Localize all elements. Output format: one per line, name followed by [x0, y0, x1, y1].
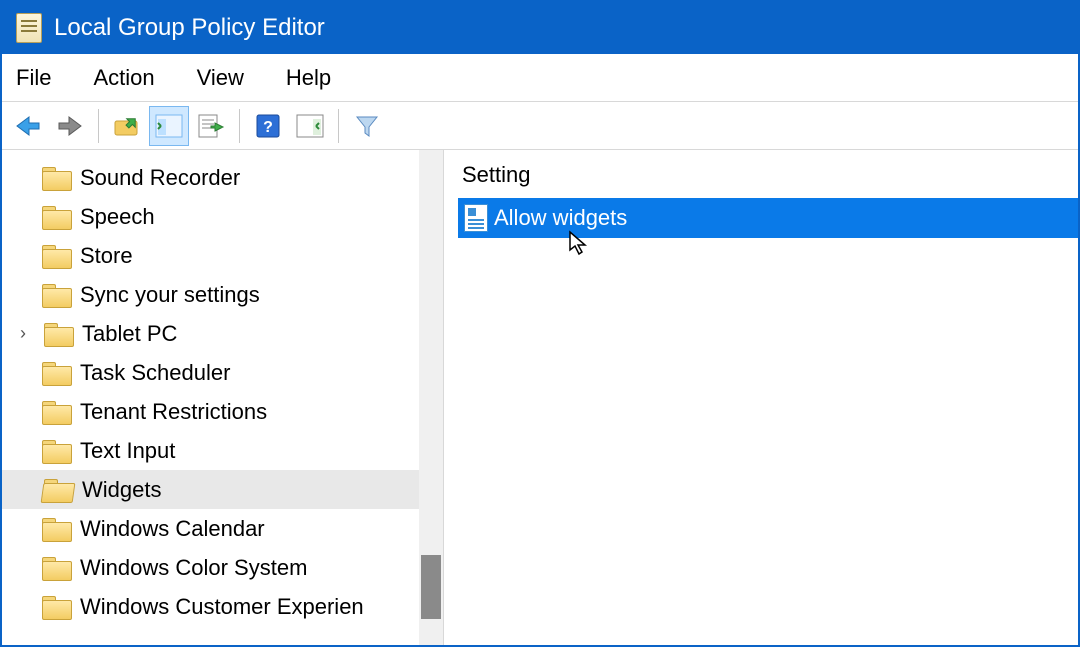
tree-pane[interactable]: Sound Recorder Speech Store Sync your setti… [2, 150, 444, 645]
tree-item-label: Tablet PC [82, 321, 177, 347]
window-title: Local Group Policy Editor [54, 14, 325, 42]
toolbar-separator [239, 109, 240, 143]
tree-item-label: Windows Calendar [80, 516, 265, 542]
settings-pane[interactable]: Setting Allow widgets [444, 150, 1078, 645]
tree-item[interactable]: Tenant Restrictions [2, 392, 443, 431]
tree-item[interactable]: Text Input [2, 431, 443, 470]
chevron-right-icon[interactable]: › [12, 323, 34, 344]
setting-row[interactable]: Allow widgets [458, 198, 1078, 238]
folder-up-icon [113, 113, 141, 139]
folder-icon [42, 401, 70, 423]
svg-text:?: ? [263, 119, 273, 136]
tree-item[interactable]: Sync your settings [2, 275, 443, 314]
folder-icon [44, 323, 72, 345]
folder-icon [42, 206, 70, 228]
tree-item-label: Windows Customer Experien [80, 594, 364, 620]
tree-item[interactable]: Task Scheduler [2, 353, 443, 392]
folder-icon [42, 557, 70, 579]
forward-button[interactable] [50, 106, 90, 146]
filter-button[interactable] [347, 106, 387, 146]
policy-setting-icon [464, 204, 488, 232]
tree-item[interactable]: Windows Customer Experien [2, 587, 443, 626]
tree-item-label: Sound Recorder [80, 165, 240, 191]
folder-icon [42, 518, 70, 540]
show-hide-tree-button[interactable] [149, 106, 189, 146]
back-button[interactable] [8, 106, 48, 146]
tree-item-label: Sync your settings [80, 282, 260, 308]
settings-column-header[interactable]: Setting [458, 162, 1078, 198]
toolbar: ? [2, 102, 1078, 150]
tree-item[interactable]: Widgets [2, 470, 443, 509]
action-pane-icon [296, 114, 324, 138]
window: Local Group Policy Editor File Action Vi… [0, 0, 1080, 647]
scrollbar-thumb[interactable] [421, 555, 441, 619]
toolbar-separator [98, 109, 99, 143]
menu-view[interactable]: View [193, 61, 248, 95]
list-export-icon [197, 113, 225, 139]
arrow-right-icon [57, 115, 83, 137]
tree-item[interactable]: Windows Calendar [2, 509, 443, 548]
folder-icon [42, 440, 70, 462]
folder-icon [42, 596, 70, 618]
show-hide-action-pane-button[interactable] [290, 106, 330, 146]
tree-item-label: Store [80, 243, 133, 269]
tree-item-label: Task Scheduler [80, 360, 230, 386]
scrollbar-track[interactable] [419, 150, 443, 645]
menubar: File Action View Help [2, 54, 1078, 102]
titlebar[interactable]: Local Group Policy Editor [2, 2, 1078, 54]
help-button[interactable]: ? [248, 106, 288, 146]
tree-item-label: Windows Color System [80, 555, 307, 581]
export-list-button[interactable] [191, 106, 231, 146]
folder-open-icon [42, 479, 72, 501]
menu-file[interactable]: File [12, 61, 55, 95]
folder-icon [42, 362, 70, 384]
setting-label: Allow widgets [494, 205, 627, 231]
menu-action[interactable]: Action [89, 61, 158, 95]
tree-item-label: Speech [80, 204, 155, 230]
tree-item-label: Tenant Restrictions [80, 399, 267, 425]
folder-icon [42, 284, 70, 306]
folder-icon [42, 245, 70, 267]
tree-item[interactable]: › Tablet PC [2, 314, 443, 353]
tree-list: Sound Recorder Speech Store Sync your setti… [2, 158, 443, 626]
tree-item-label: Widgets [82, 477, 161, 503]
tree-item[interactable]: Sound Recorder [2, 158, 443, 197]
tree-item-label: Text Input [80, 438, 175, 464]
arrow-left-icon [15, 115, 41, 137]
help-icon: ? [255, 113, 281, 139]
content-area: Sound Recorder Speech Store Sync your setti… [2, 150, 1078, 645]
console-tree-icon [155, 114, 183, 138]
tree-item[interactable]: Windows Color System [2, 548, 443, 587]
folder-icon [42, 167, 70, 189]
app-icon [16, 13, 42, 43]
tree-item[interactable]: Speech [2, 197, 443, 236]
tree-item[interactable]: Store [2, 236, 443, 275]
menu-help[interactable]: Help [282, 61, 335, 95]
toolbar-separator [338, 109, 339, 143]
settings-list: Allow widgets [458, 198, 1078, 238]
up-level-button[interactable] [107, 106, 147, 146]
filter-icon [355, 114, 379, 138]
